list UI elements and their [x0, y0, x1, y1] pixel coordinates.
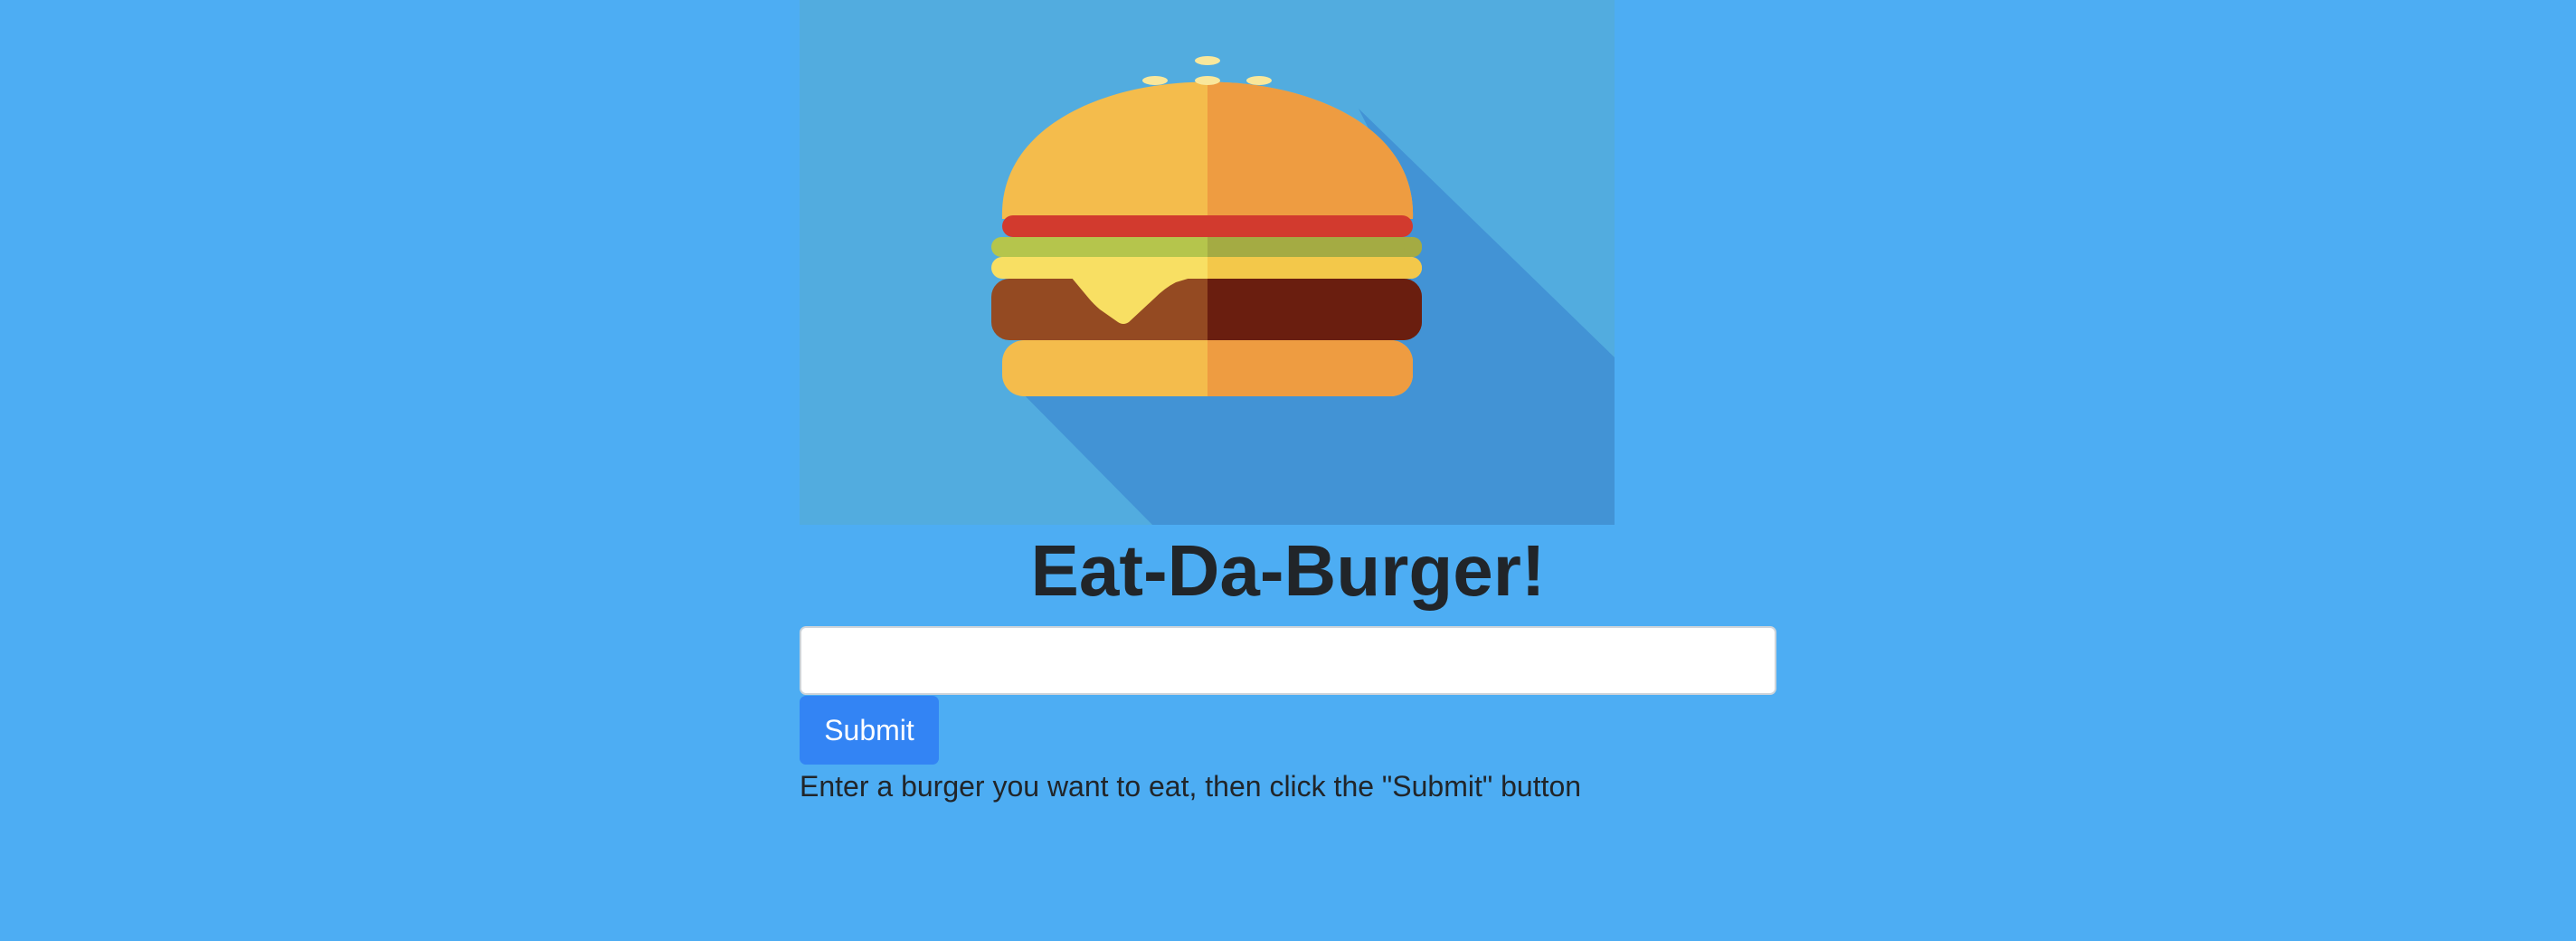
instruction-text: Enter a burger you want to eat, then cli…: [800, 770, 1582, 803]
page-title: Eat-Da-Burger!: [1030, 530, 1546, 611]
submit-button[interactable]: Submit: [800, 696, 939, 765]
burger-image: [800, 0, 1615, 525]
burger-name-input[interactable]: [800, 626, 1776, 695]
